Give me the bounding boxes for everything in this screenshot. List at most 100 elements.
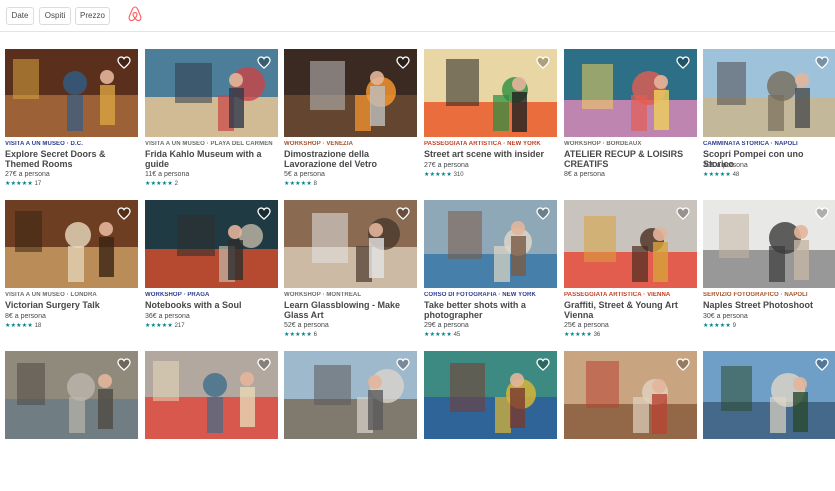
experience-price: 30€ a persona	[703, 162, 748, 169]
experience-rating: ★★★★★ 17	[5, 180, 138, 187]
experience-thumbnail[interactable]	[564, 49, 697, 137]
favorite-heart-icon[interactable]	[257, 207, 271, 220]
experience-price: 11€ a persona	[145, 171, 190, 178]
experience-thumbnail[interactable]	[703, 49, 835, 137]
experience-price: 5€ a persona	[284, 171, 325, 178]
favorite-heart-icon[interactable]	[815, 207, 829, 220]
experience-card[interactable]	[5, 351, 138, 491]
favorite-heart-icon[interactable]	[117, 207, 131, 220]
experience-thumbnail[interactable]	[145, 200, 278, 288]
experience-thumbnail[interactable]	[5, 200, 138, 288]
experience-thumbnail[interactable]	[564, 200, 697, 288]
favorite-heart-icon[interactable]	[396, 207, 410, 220]
experience-thumbnail[interactable]	[564, 351, 697, 439]
experience-card[interactable]: Workshop · Bordeaux ATELIER RECUP & LOIS…	[564, 49, 697, 189]
experience-title[interactable]: Take better shots with a photographer	[424, 300, 557, 320]
favorite-heart-icon[interactable]	[676, 56, 690, 69]
experience-card[interactable]: Passeggiata artistica · Vienna Graffiti,…	[564, 200, 697, 340]
experience-category: Visita a un museo · Londra	[5, 292, 97, 298]
experience-category: Visita a un museo · Playa del Carmen	[145, 141, 273, 147]
experience-rating: ★★★★★ 48	[703, 171, 835, 178]
review-count: 310	[453, 172, 464, 178]
experience-category: Workshop · Montreal	[284, 292, 362, 298]
experience-card[interactable]	[703, 351, 835, 491]
experience-category: Workshop · Venezia	[284, 141, 354, 147]
experience-thumbnail[interactable]	[703, 351, 835, 439]
top-bar: Date Ospiti Prezzo	[0, 0, 835, 32]
experience-card[interactable]: Workshop · Praga Notebooks with a Soul 3…	[145, 200, 278, 340]
experience-category: Passeggiata artistica · New York	[424, 141, 541, 147]
experience-rating: ★★★★★ 6	[284, 331, 417, 338]
experience-card[interactable]: Passeggiata artistica · New York Street …	[424, 49, 557, 189]
experience-price: 8€ a persona	[564, 171, 605, 178]
experience-title[interactable]: Street art scene with insider	[424, 149, 557, 159]
experience-category: Workshop · Bordeaux	[564, 141, 642, 147]
experience-price: 52€ a persona	[284, 322, 329, 329]
experience-title[interactable]: Dimostrazione della Lavorazione del Vetr…	[284, 149, 417, 169]
experience-thumbnail[interactable]	[5, 351, 138, 439]
favorite-heart-icon[interactable]	[396, 56, 410, 69]
experience-card[interactable]: Visita a un museo · D.C. Explore Secret …	[5, 49, 138, 189]
experience-card[interactable]: Servizio fotografico · Napoli Naples Str…	[703, 200, 835, 340]
experience-card[interactable]: Workshop · Montreal Learn Glassblowing -…	[284, 200, 417, 340]
experience-title[interactable]: Frida Kahlo Museum with a guide	[145, 149, 278, 169]
favorite-heart-icon[interactable]	[117, 358, 131, 371]
experience-thumbnail[interactable]	[424, 200, 557, 288]
experience-price: 29€ a persona	[424, 322, 469, 329]
experience-thumbnail[interactable]	[703, 200, 835, 288]
experience-rating: ★★★★★ 36	[564, 331, 697, 338]
experience-title[interactable]: Explore Secret Doors & Themed Rooms	[5, 149, 138, 169]
experience-card[interactable]: Corso di fotografia · New York Take bett…	[424, 200, 557, 340]
favorite-heart-icon[interactable]	[257, 358, 271, 371]
experience-thumbnail[interactable]	[145, 351, 278, 439]
guests-filter-button[interactable]: Ospiti	[39, 7, 71, 25]
rating-stars-icon: ★★★★★	[703, 172, 731, 178]
experience-thumbnail[interactable]	[284, 49, 417, 137]
experience-title[interactable]: Victorian Surgery Talk	[5, 300, 138, 310]
rating-stars-icon: ★★★★★	[703, 323, 731, 329]
favorite-heart-icon[interactable]	[815, 358, 829, 371]
experience-price: 25€ a persona	[564, 322, 609, 329]
experience-thumbnail[interactable]	[284, 200, 417, 288]
experience-thumbnail[interactable]	[5, 49, 138, 137]
experience-card[interactable]: Visita a un museo · Playa del Carmen Fri…	[145, 49, 278, 189]
experience-card[interactable]	[424, 351, 557, 491]
date-filter-button[interactable]: Date	[6, 7, 34, 25]
experience-card[interactable]: Workshop · Venezia Dimostrazione della L…	[284, 49, 417, 189]
airbnb-logo-icon[interactable]	[128, 6, 142, 22]
experience-card[interactable]	[564, 351, 697, 491]
experience-category: Corso di fotografia · New York	[424, 292, 536, 298]
favorite-heart-icon[interactable]	[815, 56, 829, 69]
experience-card[interactable]: Camminata storica · Napoli Scopri Pompei…	[703, 49, 835, 189]
experience-category: Camminata storica · Napoli	[703, 141, 798, 147]
experience-price: 36€ a persona	[145, 313, 190, 320]
experience-card[interactable]	[284, 351, 417, 491]
favorite-heart-icon[interactable]	[536, 56, 550, 69]
experience-title[interactable]: Graffiti, Street & Young Art Vienna	[564, 300, 697, 320]
experience-title[interactable]: Notebooks with a Soul	[145, 300, 278, 310]
experience-thumbnail[interactable]	[424, 351, 557, 439]
experience-thumbnail[interactable]	[145, 49, 278, 137]
favorite-heart-icon[interactable]	[676, 358, 690, 371]
experience-category: Workshop · Praga	[145, 292, 210, 298]
favorite-heart-icon[interactable]	[536, 207, 550, 220]
review-count: 36	[593, 332, 601, 338]
favorite-heart-icon[interactable]	[117, 56, 131, 69]
favorite-heart-icon[interactable]	[257, 56, 271, 69]
favorite-heart-icon[interactable]	[396, 358, 410, 371]
experience-card[interactable]	[145, 351, 278, 491]
review-count: 6	[313, 332, 317, 338]
experience-thumbnail[interactable]	[284, 351, 417, 439]
experience-title[interactable]: ATELIER RECUP & LOISIRS CREATIFS	[564, 149, 697, 169]
favorite-heart-icon[interactable]	[676, 207, 690, 220]
favorite-heart-icon[interactable]	[536, 358, 550, 371]
experience-rating: ★★★★★ 310	[424, 171, 557, 178]
experience-title[interactable]: Learn Glassblowing - Make Glass Art	[284, 300, 417, 320]
experience-price: 30€ a persona	[703, 313, 748, 320]
experience-card[interactable]: Visita a un museo · Londra Victorian Sur…	[5, 200, 138, 340]
experience-title[interactable]: Naples Street Photoshoot	[703, 300, 835, 310]
rating-stars-icon: ★★★★★	[284, 332, 312, 338]
experience-thumbnail[interactable]	[424, 49, 557, 137]
price-filter-button[interactable]: Prezzo	[75, 7, 110, 25]
experience-rating: ★★★★★ 9	[703, 322, 835, 329]
